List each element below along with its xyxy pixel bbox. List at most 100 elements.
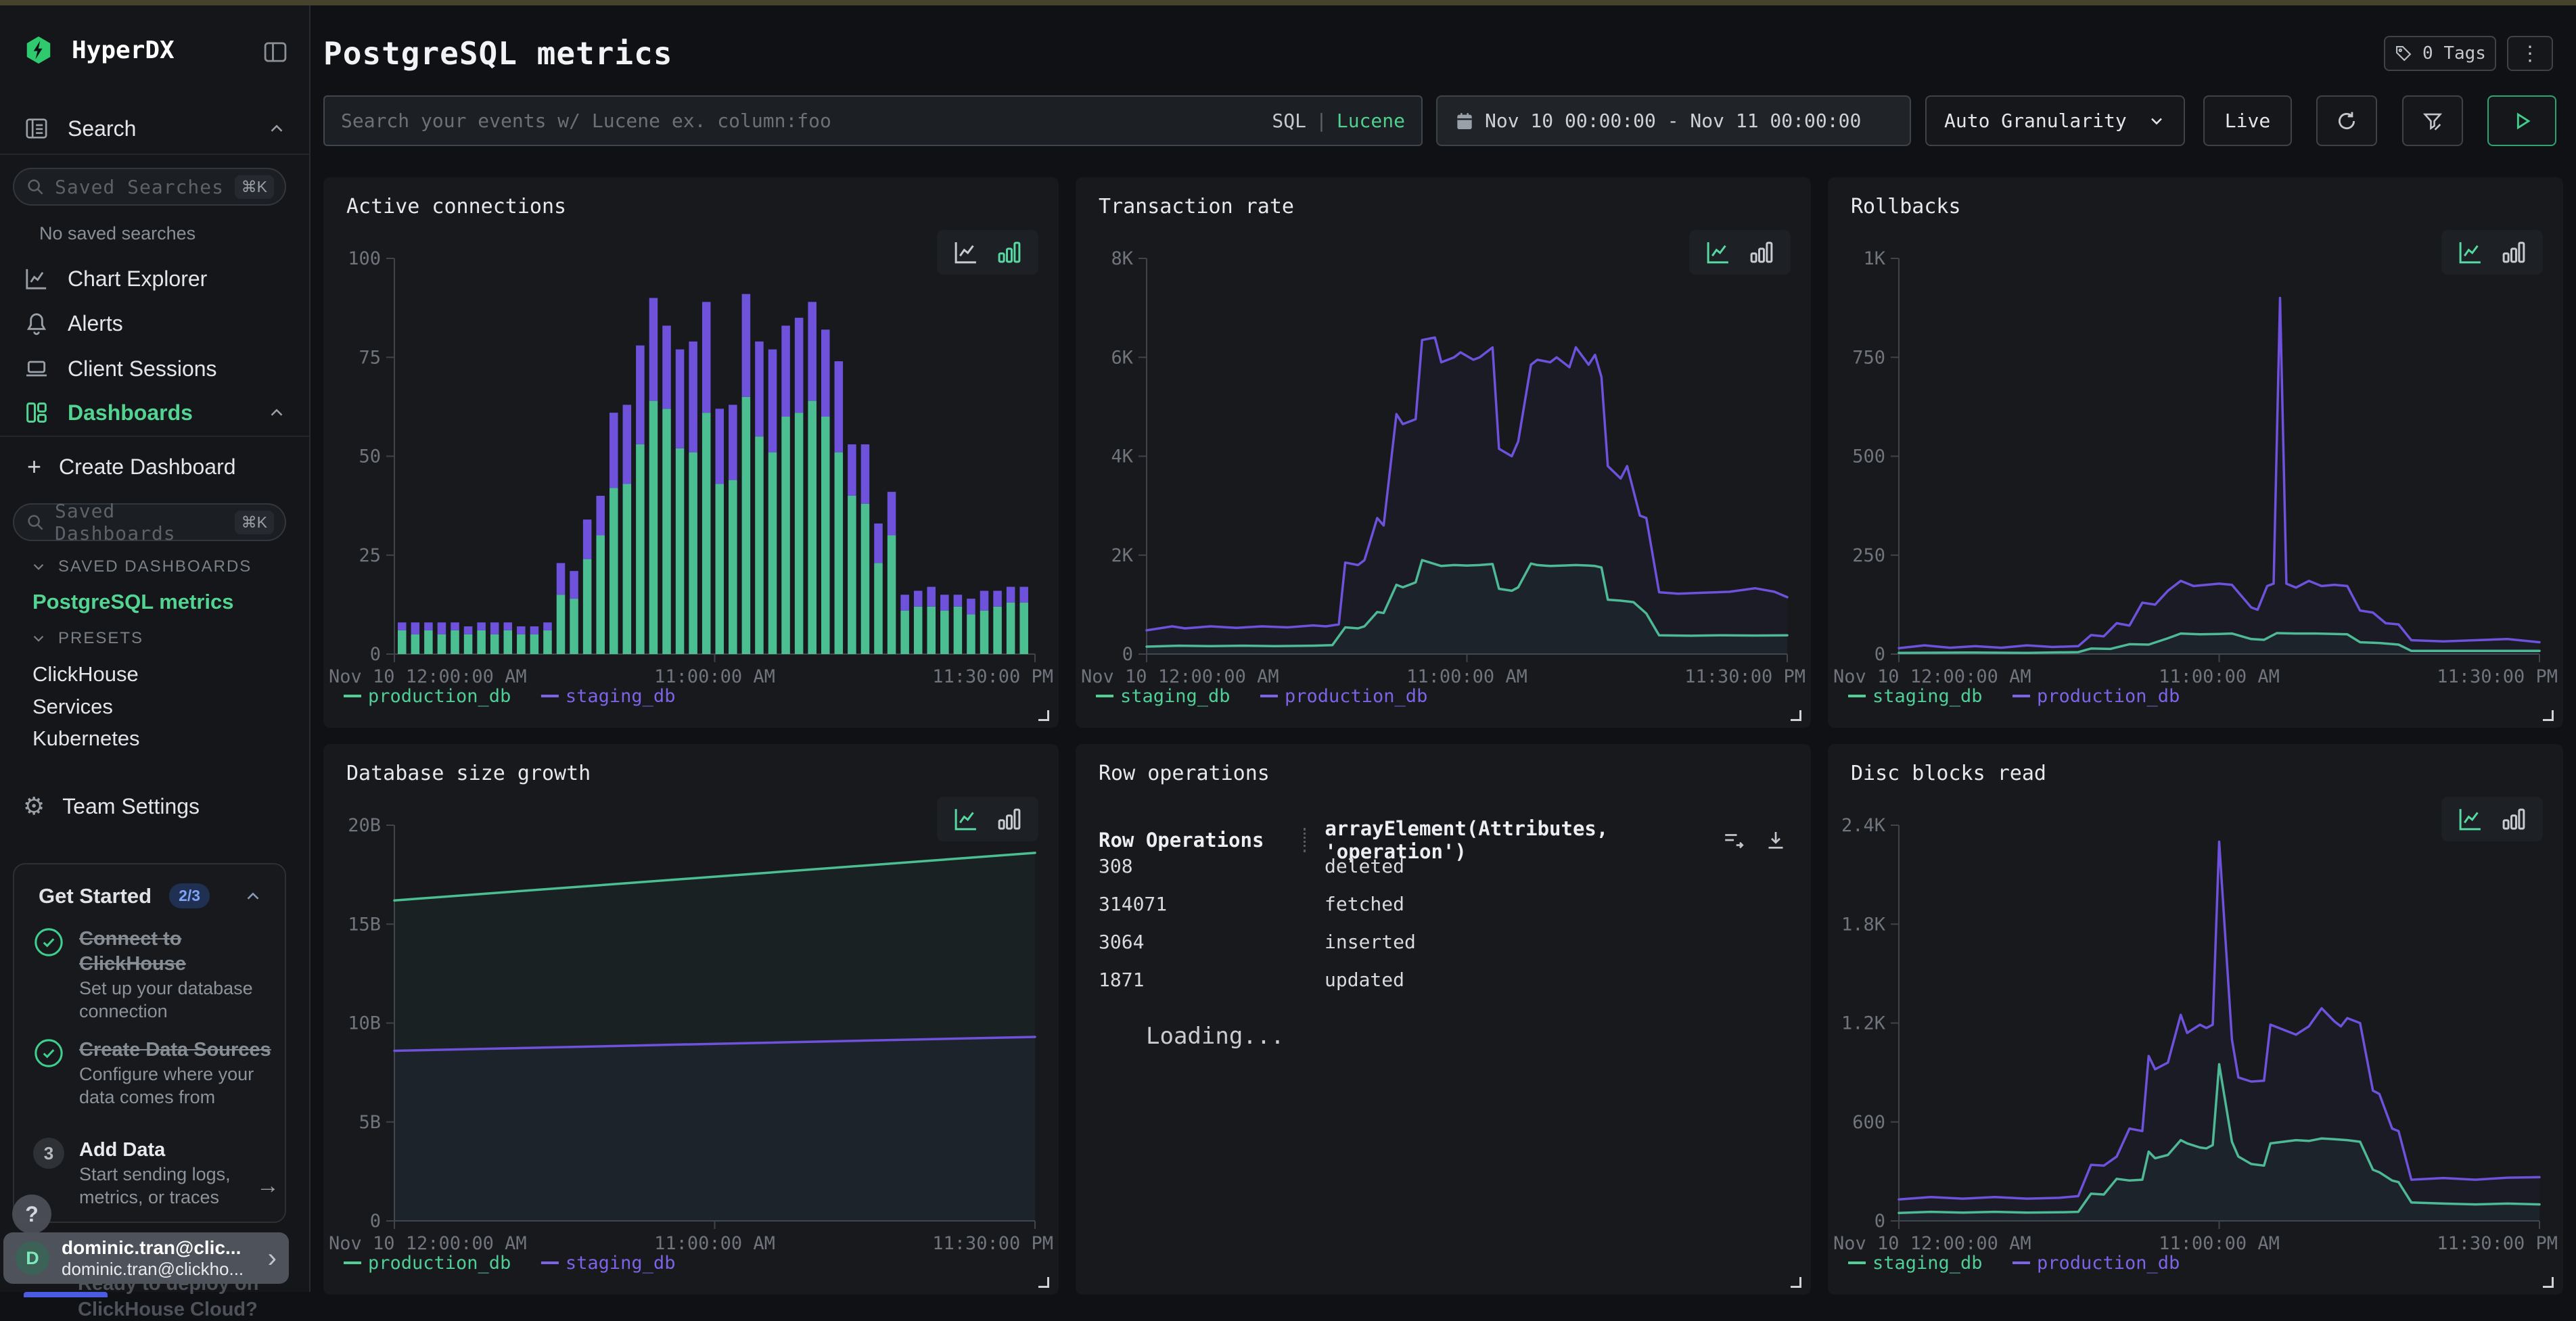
line-chart-icon[interactable] bbox=[952, 238, 980, 266]
bar-chart-icon[interactable] bbox=[995, 238, 1024, 266]
chevron-down-icon bbox=[2147, 112, 2166, 131]
step-desc: Configure where your data comes from bbox=[79, 1063, 263, 1109]
line-chart-icon[interactable] bbox=[2456, 238, 2485, 266]
chart-type-toggle[interactable] bbox=[937, 797, 1038, 841]
chart-type-toggle[interactable] bbox=[2441, 797, 2543, 841]
live-button[interactable]: Live bbox=[2203, 95, 2292, 146]
get-started-header[interactable]: Get Started 2/3 bbox=[39, 883, 263, 908]
svg-text:Nov 10 12:00:00 AM: Nov 10 12:00:00 AM bbox=[1833, 1233, 2031, 1254]
line-chart-icon[interactable] bbox=[2456, 805, 2485, 833]
calendar-icon bbox=[1454, 110, 1475, 132]
bar-chart-icon[interactable] bbox=[2500, 238, 2528, 266]
svg-text:Nov 10 12:00:00 AM: Nov 10 12:00:00 AM bbox=[1081, 666, 1279, 687]
step-connect-clickhouse[interactable]: Connect to ClickHouse Set up your databa… bbox=[33, 927, 270, 1023]
resize-handle[interactable] bbox=[1038, 1277, 1049, 1288]
svg-text:600: 600 bbox=[1852, 1112, 1885, 1133]
sidebar-item-kubernetes[interactable]: Kubernetes bbox=[32, 726, 140, 751]
section-label: PRESETS bbox=[58, 629, 143, 648]
sidebar-item-services[interactable]: Services bbox=[32, 695, 113, 719]
table-row[interactable]: 3064 inserted bbox=[1099, 931, 1762, 953]
chart-type-toggle[interactable] bbox=[937, 230, 1038, 275]
panel-transaction-rate: Transaction rate 8K6K4K2K0Nov 10 12:00:0… bbox=[1076, 177, 1811, 728]
presets-section[interactable]: PRESETS bbox=[30, 629, 143, 648]
bar-chart-icon[interactable] bbox=[995, 805, 1024, 833]
sidebar-item-chart-explorer[interactable]: Chart Explorer bbox=[23, 262, 287, 295]
hidden-step-title2: ClickHouse Cloud? bbox=[78, 1299, 258, 1321]
saved-searches-input[interactable]: Saved Searches ⌘K bbox=[13, 168, 286, 206]
chart-type-toggle[interactable] bbox=[2441, 230, 2543, 275]
resize-handle[interactable] bbox=[1791, 710, 1801, 721]
table-row[interactable]: 314071 fetched bbox=[1099, 893, 1762, 915]
get-started-title: Get Started bbox=[39, 884, 152, 908]
browser-top-strip bbox=[0, 0, 2576, 5]
user-menu[interactable]: D dominic.tran@clic... dominic.tran@clic… bbox=[3, 1232, 289, 1284]
saved-dashboards-section[interactable]: SAVED DASHBOARDS bbox=[30, 557, 252, 576]
sidebar-item-postgresql-metrics[interactable]: PostgreSQL metrics bbox=[32, 590, 233, 614]
step-add-data[interactable]: 3 Add Data Start sending logs, metrics, … bbox=[33, 1138, 270, 1209]
svg-text:11:30:00 PM: 11:30:00 PM bbox=[1684, 666, 1806, 687]
sidebar-item-team-settings[interactable]: ⚙ Team Settings bbox=[23, 790, 287, 822]
date-range-picker[interactable]: Nov 10 00:00:00 - Nov 11 00:00:00 bbox=[1436, 95, 1911, 146]
brand[interactable]: HyperDX bbox=[23, 34, 175, 66]
step-desc: Set up your database connection bbox=[79, 977, 263, 1023]
svg-text:50: 50 bbox=[359, 446, 381, 467]
chevron-up-icon[interactable] bbox=[267, 402, 287, 423]
sidebar-item-alerts[interactable]: Alerts bbox=[23, 307, 287, 340]
hyperdx-logo-icon bbox=[23, 34, 54, 66]
saved-dashboards-input[interactable]: Saved Dashboards ⌘K bbox=[13, 503, 286, 541]
table-row[interactable]: 308 deleted bbox=[1099, 855, 1762, 877]
line-chart-icon[interactable] bbox=[952, 805, 980, 833]
panel-disc-blocks-read: Disc blocks read 2.4K1.8K1.2K6000Nov 10 … bbox=[1828, 744, 2563, 1295]
shortcut-badge: ⌘K bbox=[235, 511, 274, 534]
create-dashboard-button[interactable]: + Create Dashboard bbox=[27, 450, 236, 483]
svg-text:5B: 5B bbox=[359, 1112, 381, 1133]
sidebar-item-dashboards[interactable]: Dashboards bbox=[23, 396, 287, 429]
bar-chart-icon[interactable] bbox=[2500, 805, 2528, 833]
column-header-value[interactable]: Row Operations bbox=[1099, 829, 1304, 852]
run-query-button[interactable] bbox=[2487, 95, 2556, 146]
column-drag-handle[interactable] bbox=[1304, 828, 1306, 852]
divider bbox=[0, 436, 309, 437]
svg-text:Nov 10 12:00:00 AM: Nov 10 12:00:00 AM bbox=[329, 666, 527, 687]
resize-handle[interactable] bbox=[2543, 1277, 2554, 1288]
granularity-select[interactable]: Auto Granularity bbox=[1925, 95, 2185, 146]
svg-text:staging_db: staging_db bbox=[566, 1253, 676, 1274]
lucene-toggle[interactable]: Lucene bbox=[1337, 110, 1405, 132]
search-placeholder: Search your events w/ Lucene ex. column:… bbox=[341, 110, 831, 132]
laptop-icon bbox=[23, 355, 50, 382]
help-button[interactable]: ? bbox=[12, 1195, 51, 1234]
step-number: 3 bbox=[33, 1138, 64, 1169]
sidebar-item-label: Client Sessions bbox=[68, 356, 217, 381]
sql-toggle[interactable]: SQL bbox=[1272, 110, 1306, 132]
user-name: dominic.tran@clic... bbox=[62, 1237, 244, 1259]
resize-handle[interactable] bbox=[2543, 710, 2554, 721]
refresh-button[interactable] bbox=[2316, 95, 2377, 146]
download-icon[interactable] bbox=[1764, 828, 1788, 852]
line-chart-icon[interactable] bbox=[1704, 238, 1732, 266]
sidebar-item-clickhouse[interactable]: ClickHouse bbox=[32, 662, 139, 687]
kebab-menu-button[interactable]: ⋮ bbox=[2507, 36, 2553, 71]
svg-text:11:00:00 AM: 11:00:00 AM bbox=[2159, 666, 2280, 687]
svg-text:11:00:00 AM: 11:00:00 AM bbox=[2159, 1233, 2280, 1254]
tags-button[interactable]: 0 Tags bbox=[2384, 36, 2496, 71]
filter-button[interactable] bbox=[2402, 95, 2463, 146]
chevron-up-icon[interactable] bbox=[243, 886, 263, 906]
chart-type-toggle[interactable] bbox=[1689, 230, 1791, 275]
sidebar-item-search[interactable]: Search bbox=[23, 112, 287, 145]
bar-chart-icon[interactable] bbox=[1747, 238, 1776, 266]
resize-handle[interactable] bbox=[1038, 710, 1049, 721]
chevron-up-icon[interactable] bbox=[267, 118, 287, 139]
chevron-right-icon: › bbox=[268, 1243, 277, 1274]
sidebar-item-client-sessions[interactable]: Client Sessions bbox=[23, 352, 287, 385]
svg-text:2.4K: 2.4K bbox=[1841, 815, 1886, 836]
svg-text:250: 250 bbox=[1852, 545, 1885, 566]
svg-text:20B: 20B bbox=[348, 815, 381, 836]
table-row[interactable]: 1871 updated bbox=[1099, 969, 1762, 991]
divider bbox=[0, 154, 309, 155]
step-create-data-sources[interactable]: Create Data Sources Configure where your… bbox=[33, 1038, 270, 1109]
kebab-icon: ⋮ bbox=[2520, 42, 2540, 66]
expand-rows-icon[interactable] bbox=[1722, 828, 1746, 852]
resize-handle[interactable] bbox=[1791, 1277, 1801, 1288]
event-search-input[interactable]: Search your events w/ Lucene ex. column:… bbox=[323, 95, 1423, 146]
collapse-sidebar-icon[interactable] bbox=[261, 38, 290, 66]
